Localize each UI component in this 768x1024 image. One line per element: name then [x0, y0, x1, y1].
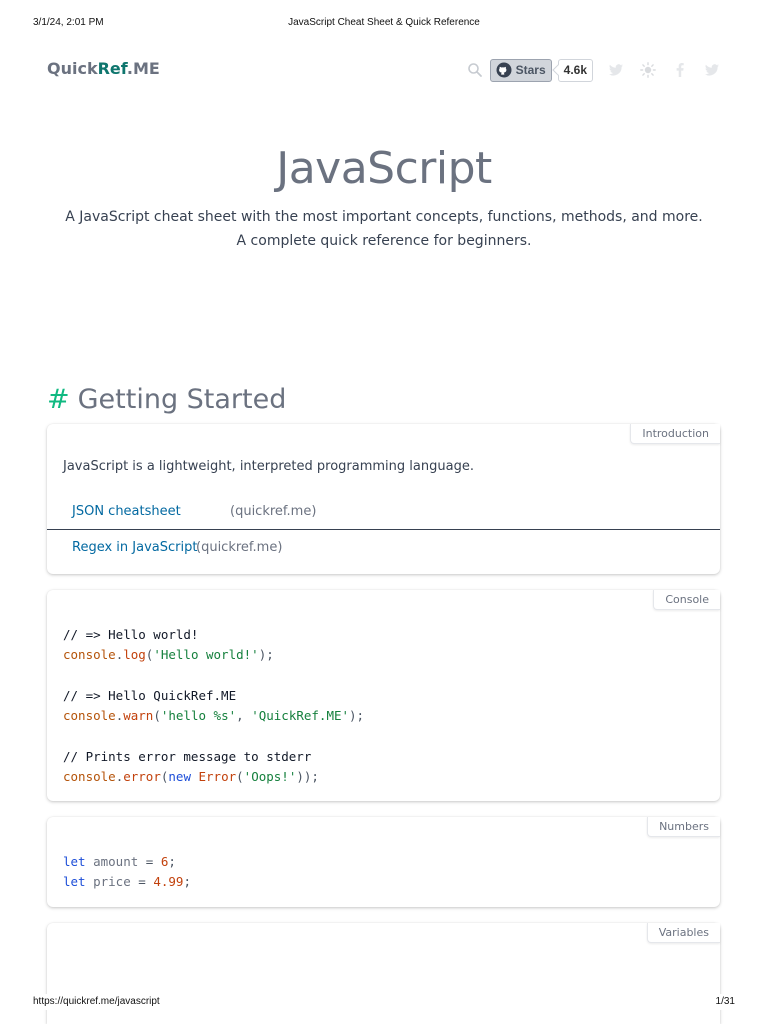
code-class: Error — [198, 769, 237, 785]
page-title: JavaScript — [276, 143, 492, 194]
search-icon[interactable] — [466, 61, 484, 79]
code-string: 'QuickRef.ME' — [251, 708, 350, 724]
code-variable: price — [93, 874, 131, 890]
link-source: (quickref.me) — [196, 540, 283, 555]
print-title: JavaScript Cheat Sheet & Quick Reference — [288, 17, 480, 28]
print-header: 3/1/24, 2:01 PM JavaScript Cheat Sheet &… — [0, 14, 768, 30]
code-number: 4.99 — [153, 874, 184, 890]
page-description: A JavaScript cheat sheet with the most i… — [65, 209, 703, 249]
code-method: log — [123, 647, 146, 663]
site-logo[interactable]: QuickRef.ME — [47, 59, 160, 78]
code-punctuation: ( — [153, 708, 161, 724]
sun-icon[interactable] — [639, 61, 657, 79]
github-icon — [496, 62, 512, 78]
card-label-numbers: Numbers — [647, 817, 720, 837]
github-stars-button[interactable]: Stars — [489, 58, 552, 82]
code-punctuation: ); — [258, 647, 274, 663]
logo-ref: Ref — [97, 59, 127, 78]
code-keyword: new — [168, 769, 191, 785]
code-punctuation: , — [236, 708, 252, 724]
code-punctuation: ; — [183, 874, 191, 890]
card-label-console: Console — [653, 590, 720, 610]
code-comment: // => Hello QuickRef.ME — [63, 687, 237, 703]
code-keyword: let — [63, 874, 86, 890]
code-object: console — [63, 647, 116, 663]
numbers-code-block: let amount = 6; let price = 4.99; — [63, 852, 191, 893]
facebook-icon[interactable] — [671, 61, 689, 79]
github-button-label: Stars — [515, 63, 546, 77]
section-heading: # Getting Started — [47, 384, 286, 415]
code-method: error — [123, 769, 161, 785]
logo-quick: Quick — [47, 59, 98, 78]
code-comment: // => Hello world! — [63, 627, 199, 642]
navbar: QuickRef.ME Stars 4.6k — [47, 54, 721, 86]
code-method: warn — [123, 708, 154, 724]
section-title: Getting Started — [77, 384, 287, 415]
introduction-card: Introduction JavaScript is a lightweight… — [47, 424, 720, 574]
print-page-number: 1/31 — [715, 996, 735, 1007]
code-object: console — [63, 769, 116, 785]
link-row: JSON cheatsheet (quickref.me) — [47, 494, 720, 530]
github-star-count[interactable]: 4.6k — [557, 58, 593, 82]
numbers-card: Numbers let amount = 6; let price = 4.99… — [47, 817, 720, 907]
code-keyword: let — [63, 854, 86, 869]
print-url: https://quickref.me/javascript — [33, 996, 160, 1007]
code-punctuation: ; — [168, 854, 176, 869]
code-variable: amount — [93, 854, 139, 869]
card-label-introduction: Introduction — [630, 424, 720, 444]
json-cheatsheet-link[interactable]: JSON cheatsheet — [72, 504, 181, 519]
code-string: 'hello %s' — [160, 708, 237, 724]
logo-me: .ME — [126, 59, 160, 78]
section-anchor-link[interactable]: # — [47, 384, 70, 415]
code-object: console — [63, 708, 116, 724]
twitter-icon[interactable] — [703, 61, 721, 79]
console-card: Console // => Hello world! console.log('… — [47, 590, 720, 801]
console-code-block: // => Hello world! console.log('Hello wo… — [63, 625, 364, 787]
introduction-text: JavaScript is a lightweight, interpreted… — [63, 459, 474, 474]
code-string: 'Hello world!' — [153, 647, 259, 663]
nav-actions: Stars 4.6k — [466, 58, 721, 82]
code-punctuation: )); — [296, 769, 319, 785]
code-punctuation: ); — [349, 708, 365, 724]
twitter-icon[interactable] — [607, 61, 625, 79]
link-source: (quickref.me) — [230, 504, 317, 519]
print-footer: https://quickref.me/javascript 1/31 — [0, 994, 768, 1010]
code-operator: = — [138, 854, 161, 869]
code-operator: = — [130, 874, 154, 890]
card-label-variables: Variables — [646, 923, 720, 943]
code-string: 'Oops!' — [243, 769, 297, 785]
link-row: Regex in JavaScript (quickref.me) — [47, 530, 720, 566]
code-comment: // Prints error message to stderr — [63, 748, 312, 764]
code-punctuation: ( — [236, 769, 244, 785]
regex-javascript-link[interactable]: Regex in JavaScript — [72, 540, 197, 555]
